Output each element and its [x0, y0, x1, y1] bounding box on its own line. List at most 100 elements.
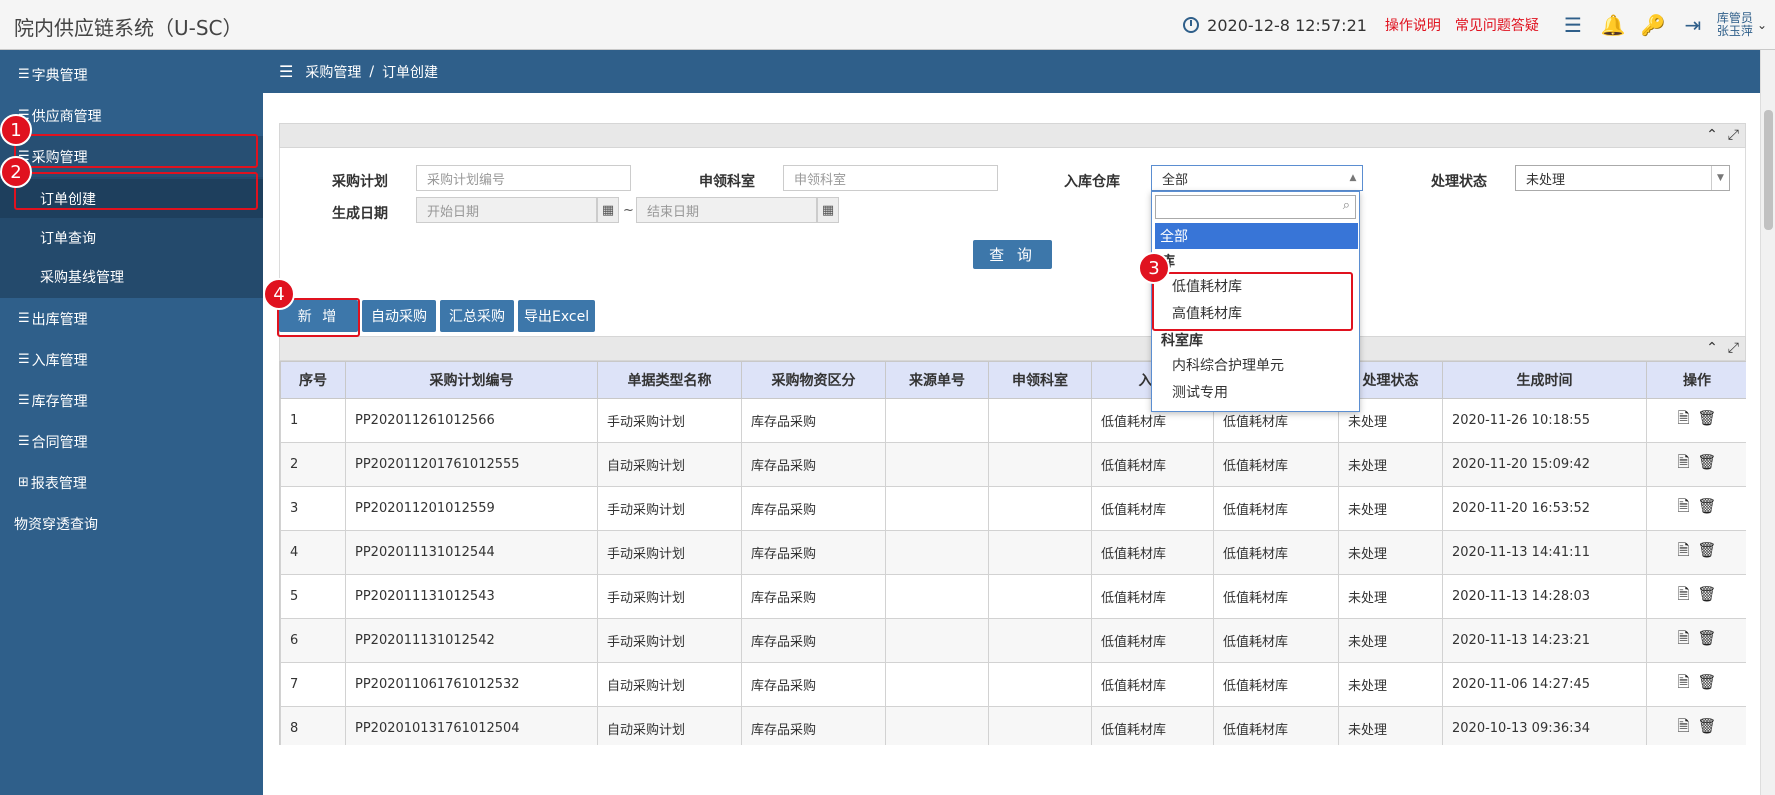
table-row[interactable]: 1 PP202011261012566 手动采购计划 库存品采购 低值耗材库 低值耗材库未… — [280, 398, 1746, 443]
sidebar-item-report[interactable]: ⊞ 报表管理 — [0, 462, 263, 503]
table-cell: PP202010131761012504 — [345, 706, 598, 745]
row-actions: 🗎 🗑 — [1646, 574, 1746, 619]
table-cell: 库存品采购 — [741, 574, 886, 619]
dropdown-option-all[interactable]: 全部 — [1155, 223, 1358, 249]
document-icon[interactable]: 🗎 — [1677, 540, 1689, 565]
scrollbar-thumb[interactable] — [1764, 110, 1773, 230]
user-menu[interactable]: 库管员 张玉萍 ⌄ — [1713, 12, 1775, 38]
table-cell — [988, 618, 1092, 663]
key-icon[interactable]: 🔑 — [1633, 0, 1673, 50]
dropdown-option-internal-med[interactable]: 内科综合护理单元 — [1155, 352, 1358, 378]
table-cell: 2020-11-06 14:27:45 — [1442, 662, 1647, 707]
trash-icon[interactable]: 🗑 — [1698, 585, 1717, 603]
panel-tools: ⌃ ⤢ — [1706, 127, 1739, 143]
table-cell: 2020-11-20 15:09:42 — [1442, 442, 1647, 487]
trash-icon[interactable]: 🗑 — [1698, 717, 1717, 735]
col-header-index[interactable]: 序号 — [280, 361, 346, 399]
sidebar-item-stock[interactable]: ☰ 库存管理 — [0, 380, 263, 421]
document-icon[interactable]: 🗎 — [1677, 408, 1689, 433]
document-icon[interactable]: 🗎 — [1677, 452, 1689, 477]
document-icon[interactable]: 🗎 — [1677, 628, 1689, 653]
page-scrollbar[interactable] — [1760, 50, 1775, 795]
sidebar-subitem-order-query[interactable]: 订单查询 — [0, 218, 263, 257]
table-cell: 未处理 — [1338, 442, 1443, 487]
document-icon[interactable]: 🗎 — [1677, 716, 1689, 741]
start-date-input[interactable]: 开始日期 — [416, 197, 597, 223]
calendar-icon[interactable]: ▦ — [817, 197, 839, 223]
table-cell: 低值耗材库 — [1091, 662, 1214, 707]
trash-icon[interactable]: 🗑 — [1698, 453, 1717, 471]
sidebar-item-inbound[interactable]: ☰ 入库管理 — [0, 339, 263, 380]
sidebar-item-trace[interactable]: 物资穿透查询 — [0, 503, 263, 544]
query-button[interactable]: 查 询 — [973, 240, 1052, 269]
col-header-dept[interactable]: 申领科室 — [988, 361, 1092, 399]
sidebar-item-dictionary[interactable]: ☰ 字典管理 — [0, 54, 263, 95]
auto-purchase-button[interactable]: 自动采购 — [362, 300, 436, 332]
faq-link[interactable]: 常见问题答疑 — [1455, 15, 1539, 35]
col-header-created[interactable]: 生成时间 — [1442, 361, 1647, 399]
dropdown-search-input[interactable]: ⌕ — [1155, 195, 1356, 219]
row-actions: 🗎 🗑 — [1646, 398, 1746, 443]
expand-icon[interactable]: ⤢ — [1728, 340, 1739, 356]
table-cell: 8 — [280, 706, 346, 745]
collapse-icon[interactable]: ⌃ — [1706, 340, 1718, 356]
trash-icon[interactable]: 🗑 — [1698, 629, 1717, 647]
warehouse-select[interactable]: 全部 ▲ — [1151, 165, 1363, 191]
plan-input[interactable]: 采购计划编号 — [416, 165, 631, 191]
col-header-material-class[interactable]: 采购物资区分 — [741, 361, 886, 399]
end-date-input[interactable]: 结束日期 — [636, 197, 817, 223]
row-actions: 🗎 🗑 — [1646, 662, 1746, 707]
table-cell — [988, 662, 1092, 707]
breadcrumb-parent[interactable]: 采购管理 — [305, 62, 361, 82]
list-icon: ☰ — [18, 311, 30, 326]
sidebar-item-outbound[interactable]: ☰ 出库管理 — [0, 298, 263, 339]
trash-icon[interactable]: 🗑 — [1698, 673, 1717, 691]
export-excel-button[interactable]: 导出Excel — [518, 300, 596, 332]
expand-icon[interactable]: ⤢ — [1728, 127, 1739, 143]
date-label: 生成日期 — [332, 206, 388, 222]
sidebar-item-label: 出库管理 — [31, 311, 88, 328]
table-cell: 2020-11-13 14:23:21 — [1442, 618, 1647, 663]
help-link[interactable]: 操作说明 — [1385, 15, 1441, 35]
sidebar-item-supplier[interactable]: ☰供应商管理 — [0, 95, 263, 136]
document-icon[interactable]: 🗎 — [1677, 672, 1689, 697]
table-cell — [885, 442, 989, 487]
table-cell: 手动采购计划 — [597, 398, 742, 443]
table-row[interactable]: 4 PP202011131012544 手动采购计划 库存品采购 低值耗材库 低值耗材库未… — [280, 530, 1746, 575]
bell-icon[interactable]: 🔔 — [1593, 0, 1633, 50]
col-header-doc-type[interactable]: 单据类型名称 — [597, 361, 742, 399]
table-cell: 低值耗材库 — [1213, 574, 1339, 619]
menu-icon[interactable]: ☰ — [279, 62, 293, 81]
collapse-icon[interactable]: ⌃ — [1706, 127, 1718, 143]
col-header-source-no[interactable]: 来源单号 — [885, 361, 989, 399]
calendar-icon[interactable]: ▦ — [597, 197, 619, 223]
trash-icon[interactable]: 🗑 — [1698, 497, 1717, 515]
col-header-plan-no[interactable]: 采购计划编号 — [345, 361, 598, 399]
logout-icon[interactable]: ⇥ — [1673, 0, 1713, 50]
trash-icon[interactable]: 🗑 — [1698, 541, 1717, 559]
dept-input[interactable]: 申领科室 — [783, 165, 998, 191]
table-cell — [988, 530, 1092, 575]
table-row[interactable]: 3 PP202011201012559 手动采购计划 库存品采购 低值耗材库 低值耗材库未… — [280, 486, 1746, 531]
layout-icon[interactable]: ☰ — [1553, 0, 1593, 50]
summary-purchase-button[interactable]: 汇总采购 — [440, 300, 514, 332]
status-label: 处理状态 — [1431, 174, 1487, 190]
table-row[interactable]: 6 PP202011131012542 手动采购计划 库存品采购 低值耗材库 低值耗材库未… — [280, 618, 1746, 663]
plus-square-icon: ⊞ — [18, 475, 29, 490]
sidebar-item-contract[interactable]: ☰ 合同管理 — [0, 421, 263, 462]
table-row[interactable]: 7 PP202011061761012532 自动采购计划 库存品采购 低值耗材库 低值耗… — [280, 662, 1746, 707]
grid-panel-header: ⌃ ⤢ — [279, 336, 1746, 361]
list-icon: ☰ — [18, 67, 30, 82]
sidebar-item-label: 报表管理 — [30, 475, 87, 492]
user-name: 张玉萍 — [1716, 24, 1753, 38]
dropdown-option-test[interactable]: 测试专用 — [1155, 379, 1358, 405]
table-row[interactable]: 5 PP202011131012543 手动采购计划 库存品采购 低值耗材库 低值耗材库未… — [280, 574, 1746, 619]
document-icon[interactable]: 🗎 — [1677, 584, 1689, 609]
table-row[interactable]: 2 PP202011201761012555 自动采购计划 库存品采购 低值耗材库 低值耗… — [280, 442, 1746, 487]
sidebar-subitem-baseline[interactable]: 采购基线管理 — [0, 257, 263, 296]
document-icon[interactable]: 🗎 — [1677, 496, 1689, 521]
trash-icon[interactable]: 🗑 — [1698, 409, 1717, 427]
table-cell: 未处理 — [1338, 530, 1443, 575]
status-select[interactable]: 未处理 ▼ — [1515, 165, 1730, 191]
table-row[interactable]: 8 PP202010131761012504 自动采购计划 库存品采购 低值耗材库 低值耗… — [280, 706, 1746, 745]
